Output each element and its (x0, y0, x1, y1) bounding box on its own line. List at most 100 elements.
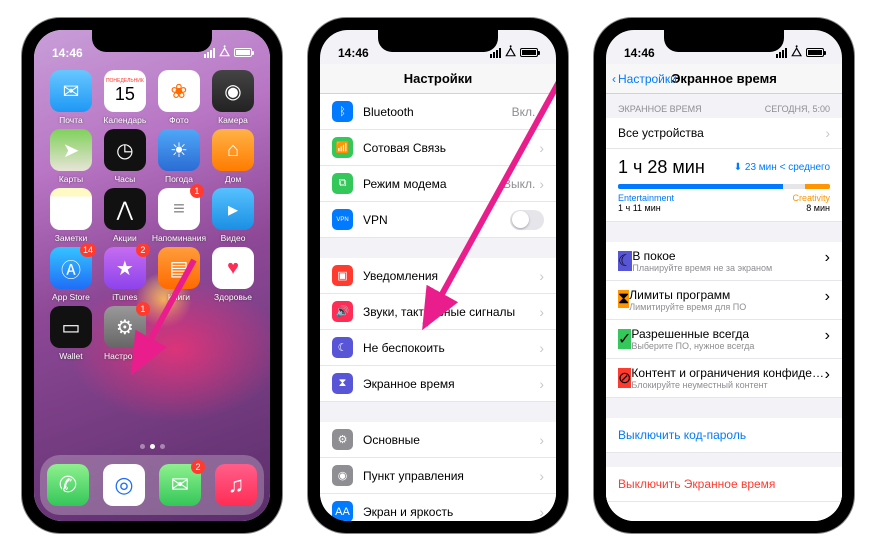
app-Видео[interactable]: ▸Видео (206, 188, 260, 243)
app-Погода[interactable]: ☀ Погода (152, 129, 206, 184)
app-Напоминания[interactable]: ≡1Напоминания (152, 188, 206, 243)
app-label: Напоминания (152, 233, 206, 243)
app-icon: ☀ (158, 129, 200, 171)
chevron-icon: › (825, 249, 830, 267)
status-time: 14:46 (624, 46, 655, 60)
app-label: Карты (59, 174, 83, 184)
toggle[interactable] (510, 210, 544, 230)
phone-settings: 14:46 ⧊ Настройки ᛒBluetoothВкл.›📶Сотова… (308, 18, 568, 533)
app-label: Календарь (103, 115, 146, 125)
dock-music[interactable]: ♫ (215, 464, 257, 506)
settings-row-display[interactable]: AAЭкран и яркость› (320, 494, 556, 521)
app-label: Книги (168, 292, 190, 302)
option-icon: ⊘ (618, 368, 631, 388)
disable-passcode-link[interactable]: Выключить код-пароль (606, 418, 842, 453)
app-Карты[interactable]: ➤Карты (44, 129, 98, 184)
settings-row-dnd[interactable]: ☾Не беспокоить› (320, 330, 556, 366)
app-label: iTunes (112, 292, 137, 302)
app-Wallet[interactable]: ▭Wallet (44, 306, 98, 361)
option-row[interactable]: ⧗Лимиты программЛимитируйте время для ПО… (606, 281, 842, 320)
app-Часы[interactable]: ◷ Часы (98, 129, 152, 184)
nav-bar: Настройки (320, 64, 556, 94)
app-Фото[interactable]: ❀Фото (152, 70, 206, 125)
app-label: Камера (218, 115, 248, 125)
app-Календарь[interactable]: ПОНЕДЕЛЬНИК15 Календарь (98, 70, 152, 125)
battery-icon (520, 48, 538, 57)
chevron-icon: › (539, 104, 544, 120)
app-Дом[interactable]: ⌂Дом (206, 129, 260, 184)
notch (378, 30, 498, 52)
option-icon: ✓ (618, 329, 631, 349)
total-time: 1 ч 28 мин (618, 157, 705, 178)
app-label: Видео (221, 233, 246, 243)
cell-icon: 📶 (332, 137, 353, 158)
app-label: Погода (165, 174, 193, 184)
dock-phone[interactable]: ✆ (47, 464, 89, 506)
app-label: Настройки (104, 351, 146, 361)
battery-icon (234, 48, 252, 57)
settings-row-bt[interactable]: ᛒBluetoothВкл.› (320, 94, 556, 130)
app-label: Заметки (55, 233, 88, 243)
app-Почта[interactable]: ✉Почта (44, 70, 98, 125)
app-icon: ПОНЕДЕЛЬНИК15 (104, 70, 146, 112)
app-icon: ⋀ (104, 188, 146, 230)
settings-row-notif[interactable]: ▣Уведомления› (320, 258, 556, 294)
usage-summary[interactable]: 1 ч 28 мин ⬇ 23 мин < среднего Entertain… (606, 149, 842, 222)
chevron-icon: › (539, 432, 544, 448)
badge: 2 (136, 243, 150, 257)
section-header: ЭКРАННОЕ ВРЕМЯ Сегодня, 5:00 (606, 94, 842, 118)
dnd-icon: ☾ (332, 337, 353, 358)
general-icon: ⚙ (332, 429, 353, 450)
app-Заметки[interactable]: Заметки (44, 188, 98, 243)
app-Книги[interactable]: ▤ Книги (152, 247, 206, 302)
phone-home: 14:46 ⧊ ✉ПочтаПОНЕДЕЛЬНИК15 Календарь ❀Фот… (22, 18, 282, 533)
hotspot-icon: ⧉ (332, 173, 353, 194)
app-icon: ▤ (158, 247, 200, 289)
app-label: Часы (114, 174, 135, 184)
app-label: Фото (169, 115, 189, 125)
wifi-icon: ⧊ (219, 45, 230, 60)
app-icon: ◉ (212, 70, 254, 112)
app-Здоровье[interactable]: ♥Здоровье (206, 247, 260, 302)
app-icon: ✉ (50, 70, 92, 112)
app-App Store[interactable]: Ⓐ14App Store (44, 247, 98, 302)
settings-row-general[interactable]: ⚙Основные› (320, 422, 556, 458)
app-Камера[interactable]: ◉ Камера (206, 70, 260, 125)
settings-row-vpn[interactable]: VPNVPN (320, 202, 556, 238)
screentime-icon: ⧗ (332, 373, 353, 394)
chevron-icon: › (539, 176, 544, 192)
all-devices-row[interactable]: Все устройства › (606, 118, 842, 149)
page-dots[interactable] (34, 444, 270, 449)
chevron-icon: › (539, 468, 544, 484)
option-row[interactable]: ✓Разрешенные всегдаВыберите ПО, нужное в… (606, 320, 842, 359)
dock-safari[interactable]: ◎ (103, 464, 145, 506)
settings-row-screentime[interactable]: ⧗Экранное время› (320, 366, 556, 402)
notch (664, 30, 784, 52)
settings-row-sound[interactable]: 🔊Звуки, тактильные сигналы› (320, 294, 556, 330)
settings-row-cell[interactable]: 📶Сотовая Связь› (320, 130, 556, 166)
option-row[interactable]: ☾В покоеПланируйте время не за экраном› (606, 242, 842, 281)
badge: 2 (191, 460, 205, 474)
back-button[interactable]: ‹ Настройки (612, 72, 677, 86)
option-row[interactable]: ⊘Контент и ограничения конфиде…Блокируйт… (606, 359, 842, 398)
usage-bar (618, 184, 830, 189)
app-Акции[interactable]: ⋀Акции (98, 188, 152, 243)
app-iTunes[interactable]: ★2iTunes (98, 247, 152, 302)
app-icon: ⚙1 (104, 306, 146, 348)
wifi-icon: ⧊ (791, 45, 802, 60)
chevron-icon: › (825, 125, 830, 141)
control-icon: ◉ (332, 465, 353, 486)
app-label: Здоровье (214, 292, 252, 302)
settings-row-control[interactable]: ◉Пункт управления› (320, 458, 556, 494)
disable-screentime-link[interactable]: Выключить Экранное время (606, 467, 842, 502)
status-time: 14:46 (52, 46, 83, 60)
app-label: Wallet (59, 351, 82, 361)
app-Настройки[interactable]: ⚙1 Настройки (98, 306, 152, 361)
dock-messages[interactable]: ✉2 (159, 464, 201, 506)
settings-row-hotspot[interactable]: ⧉Режим модемаВыкл.› (320, 166, 556, 202)
chevron-icon: › (539, 268, 544, 284)
app-label: Дом (225, 174, 241, 184)
vpn-icon: VPN (332, 209, 353, 230)
badge: 1 (190, 184, 204, 198)
app-icon: ◷ (104, 129, 146, 171)
